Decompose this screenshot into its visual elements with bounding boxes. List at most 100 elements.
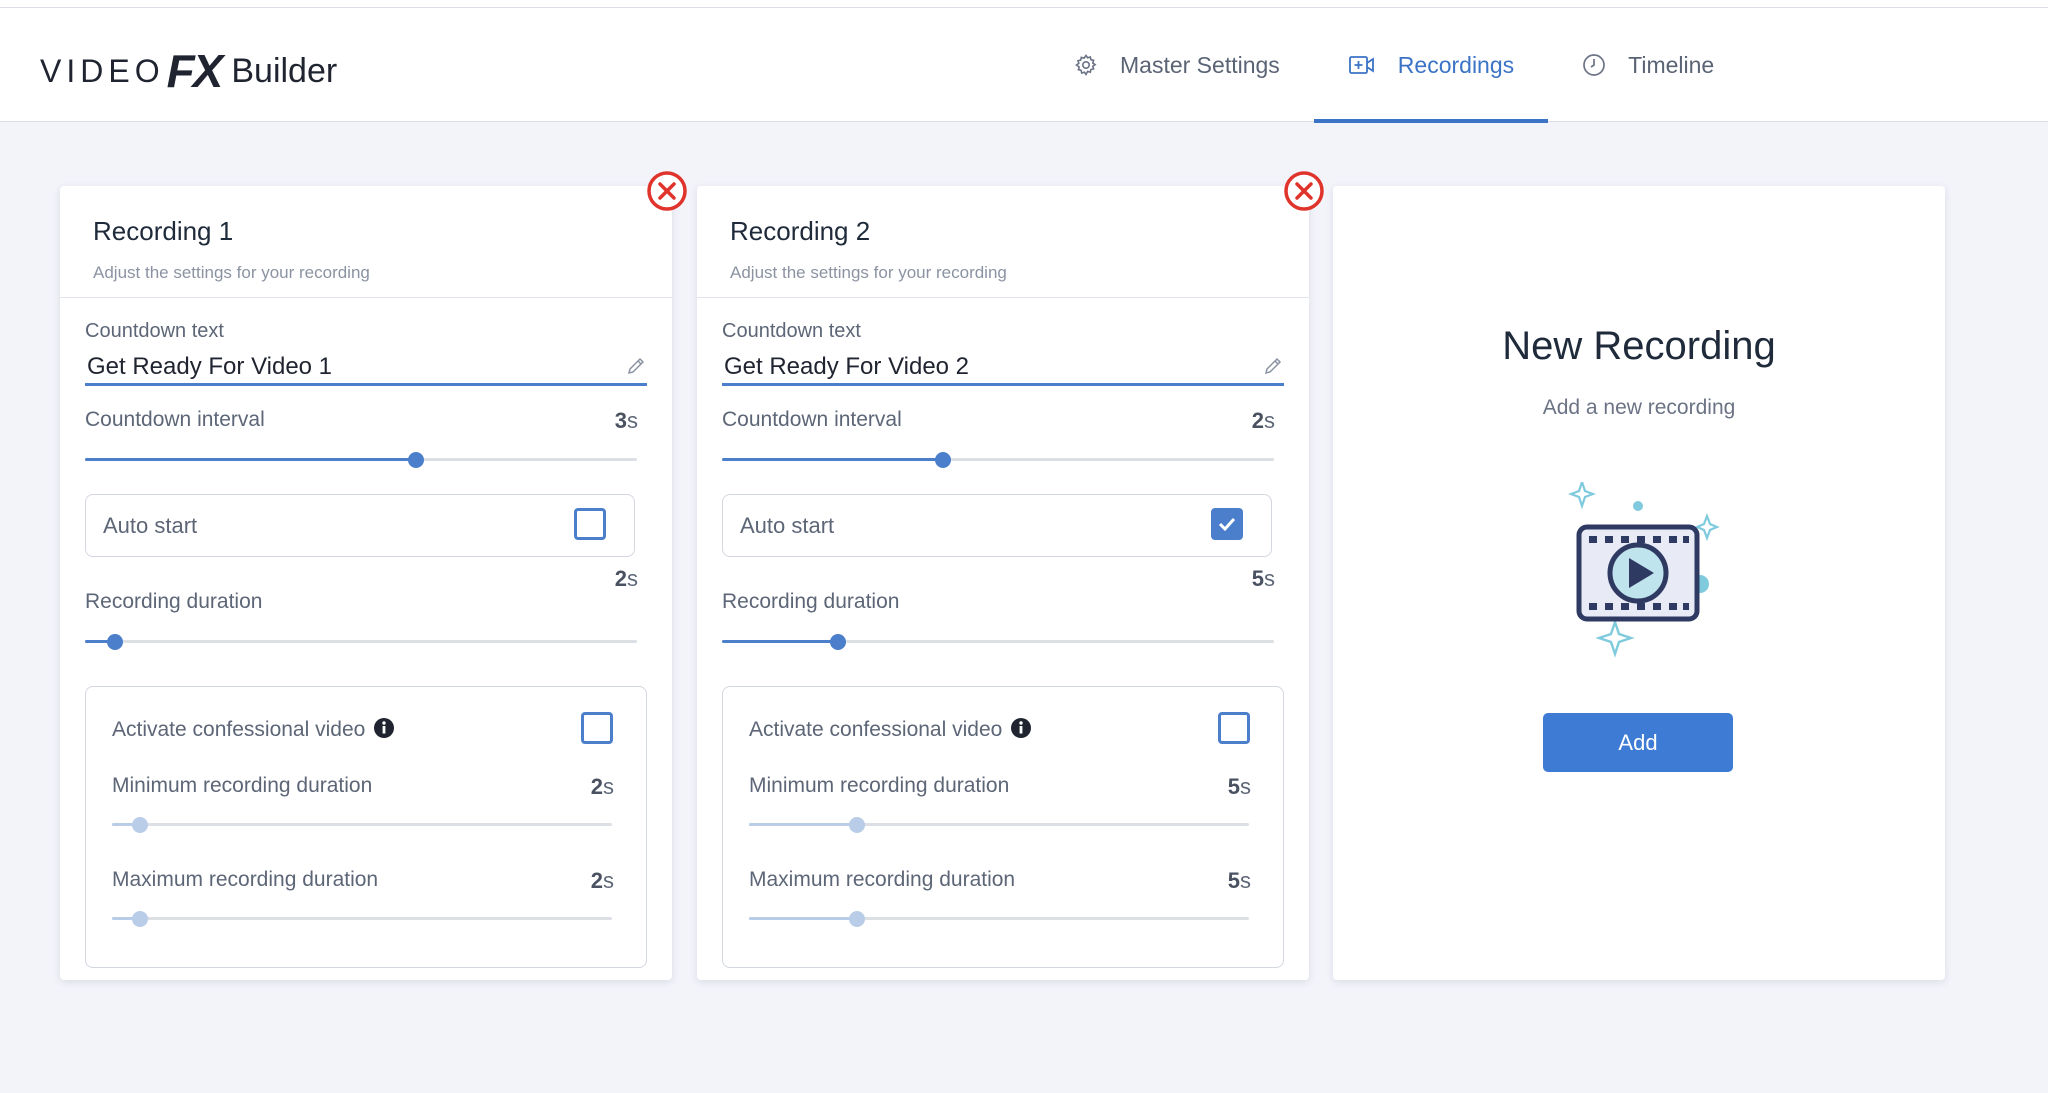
video-add-icon (1348, 56, 1374, 74)
auto-start-box[interactable]: Auto start (85, 494, 635, 557)
new-recording-title: New Recording (1502, 324, 1776, 368)
recording-duration-unit: s (627, 566, 638, 591)
tab-master-settings[interactable]: Master Settings (1040, 8, 1314, 122)
auto-start-label: Auto start (740, 513, 835, 538)
slider-track (85, 640, 637, 643)
remove-recording-icon[interactable] (646, 170, 688, 212)
countdown-text-input[interactable] (722, 350, 1284, 386)
min-duration-slider[interactable] (112, 815, 612, 835)
film-play-icon (1567, 482, 1720, 658)
min-duration-unit: s (1240, 774, 1251, 799)
tab-timeline[interactable]: Timeline (1548, 8, 1748, 122)
countdown-text-label: Countdown text (722, 320, 861, 342)
max-duration-number: 2 (590, 868, 603, 893)
recording-duration-value: 2s (615, 566, 638, 592)
clock-icon (1583, 54, 1605, 76)
slider-thumb[interactable] (131, 817, 148, 833)
confessional-label-row: Activate confessional video (749, 717, 1032, 742)
new-recording-subtitle: Add a new recording (1542, 396, 1736, 419)
tab-label: Master Settings (1120, 51, 1280, 78)
slider-fill (749, 823, 857, 826)
max-duration-slider[interactable] (112, 909, 612, 929)
confessional-label-row: Activate confessional video (112, 717, 395, 742)
recording-duration-slider[interactable] (85, 632, 637, 652)
logo-builder-text: Builder (231, 51, 338, 90)
recording-card: Recording 2 Adjust the settings for your… (697, 171, 1324, 980)
sparkle-icon (1694, 512, 1720, 542)
slider-track (112, 917, 612, 920)
recording-duration-value: 5s (1252, 566, 1275, 592)
max-duration-value: 2s (591, 868, 614, 894)
gear-icon (1075, 54, 1097, 77)
confessional-section: Activate confessional video Minimum reco… (722, 686, 1284, 968)
confessional-checkbox[interactable] (1218, 712, 1250, 744)
slider-track (112, 823, 612, 826)
countdown-interval-label: Countdown interval (722, 408, 902, 431)
recording-title: Recording 1 (93, 216, 234, 246)
auto-start-box[interactable]: Auto start (722, 494, 1272, 557)
confessional-label: Activate confessional video (112, 718, 366, 741)
app-header: VIDEO FX Builder Master Settings Recordi… (0, 8, 2048, 123)
max-duration-slider[interactable] (749, 909, 1249, 929)
countdown-interval-slider[interactable] (722, 450, 1274, 470)
confessional-section: Activate confessional video Minimum reco… (85, 686, 647, 968)
add-recording-button[interactable]: Add (1543, 713, 1733, 772)
slider-thumb[interactable] (829, 634, 846, 650)
sparkle-icon (1567, 482, 1597, 510)
recording-card-header: Recording 2 Adjust the settings for your… (697, 186, 1309, 298)
auto-start-checkbox[interactable] (1211, 508, 1243, 540)
info-icon[interactable] (1010, 717, 1032, 739)
min-duration-slider[interactable] (749, 815, 1249, 835)
auto-start-checkbox[interactable] (574, 508, 606, 540)
logo-fx-text: FX (166, 45, 224, 97)
recording-duration-label: Recording duration (722, 590, 900, 613)
min-duration-value: 5s (1228, 774, 1251, 800)
min-duration-label: Minimum recording duration (112, 774, 373, 797)
confessional-label: Activate confessional video (749, 718, 1003, 741)
min-duration-number: 2 (590, 774, 603, 799)
countdown-text-input[interactable] (85, 350, 647, 386)
tab-label: Recordings (1397, 51, 1515, 78)
countdown-interval-slider[interactable] (85, 450, 637, 470)
max-duration-value: 5s (1228, 868, 1251, 894)
max-duration-unit: s (1240, 868, 1251, 893)
slider-thumb[interactable] (408, 452, 425, 468)
slider-thumb[interactable] (848, 911, 865, 927)
remove-recording-icon[interactable] (1283, 170, 1325, 212)
app-logo[interactable]: VIDEO FX Builder (40, 45, 338, 97)
top-border (0, 0, 2048, 8)
recording-duration-unit: s (1264, 566, 1275, 591)
recording-subtitle: Adjust the settings for your recording (730, 263, 1007, 282)
slider-thumb[interactable] (848, 817, 865, 833)
recording-duration-label: Recording duration (85, 590, 263, 613)
slider-thumb[interactable] (107, 634, 124, 650)
tab-label: Timeline (1628, 51, 1715, 78)
pencil-icon[interactable] (626, 356, 646, 376)
slider-thumb[interactable] (131, 911, 148, 927)
slider-fill (749, 917, 857, 920)
recording-duration-number: 5 (1251, 566, 1264, 591)
tab-recordings[interactable]: Recordings (1313, 8, 1549, 123)
slider-fill (722, 458, 943, 461)
countdown-interval-value: 2s (1252, 408, 1275, 434)
checkmark-icon (1218, 517, 1236, 532)
countdown-interval-unit: s (1264, 408, 1275, 433)
sparkle-icon (1595, 618, 1635, 658)
recording-duration-slider[interactable] (722, 632, 1274, 652)
confessional-checkbox[interactable] (581, 712, 613, 744)
min-duration-number: 5 (1227, 774, 1240, 799)
recording-card-header: Recording 1 Adjust the settings for your… (60, 186, 672, 298)
max-duration-label: Maximum recording duration (749, 868, 1016, 891)
max-duration-unit: s (603, 868, 614, 893)
countdown-interval-number: 2 (1251, 408, 1264, 433)
countdown-interval-unit: s (627, 408, 638, 433)
main-tabs: Master Settings Recordings Timeline (1040, 8, 1748, 123)
countdown-text-label: Countdown text (85, 320, 224, 342)
slider-fill (722, 640, 838, 643)
pencil-icon[interactable] (1263, 356, 1283, 376)
recording-duration-number: 2 (614, 566, 627, 591)
slider-thumb[interactable] (934, 452, 951, 468)
max-duration-label: Maximum recording duration (112, 868, 379, 891)
info-icon[interactable] (373, 717, 395, 739)
countdown-interval-label: Countdown interval (85, 408, 265, 431)
